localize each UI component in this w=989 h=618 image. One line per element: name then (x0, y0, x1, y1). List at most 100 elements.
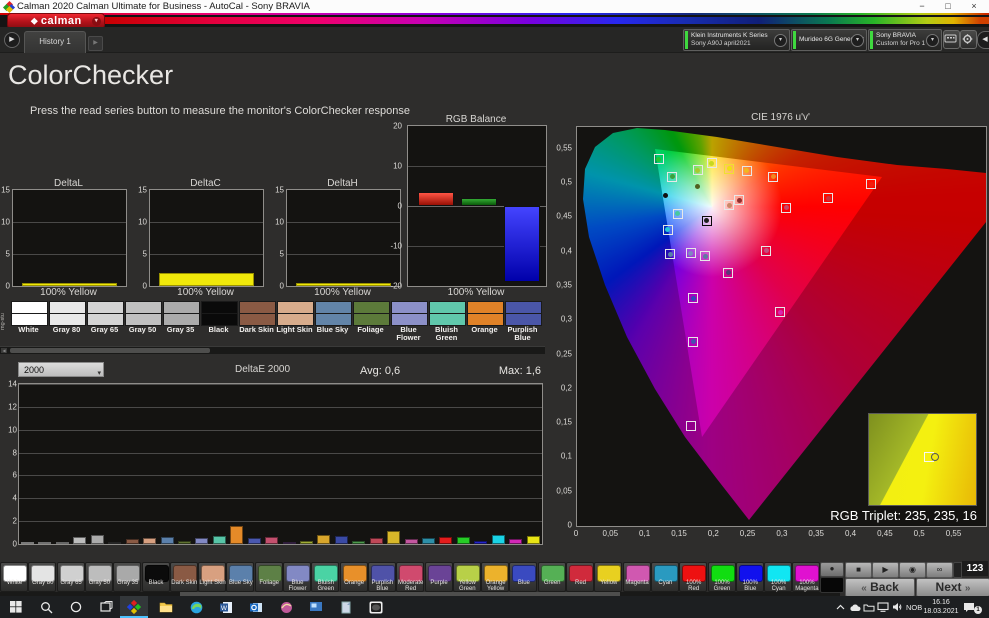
palette-tile[interactable]: Gray 80 (28, 562, 56, 592)
file-explorer-button[interactable] (152, 596, 180, 618)
strip-scroll-left-icon[interactable]: ◀ (1, 348, 7, 353)
palette-tile[interactable]: Black (142, 562, 170, 592)
deltae-bar (108, 542, 121, 544)
measured-dot (668, 252, 673, 257)
language-indicator[interactable]: NOB (906, 596, 922, 618)
display-dropdown-icon[interactable]: ▾ (926, 34, 939, 47)
outlook-button[interactable] (242, 596, 270, 618)
onedrive-cloud-icon[interactable] (849, 596, 861, 618)
swatch-cell[interactable]: Foliage (352, 300, 389, 346)
palette-tile[interactable]: 100% Red (679, 562, 707, 592)
palette-tile[interactable]: Blue Sky (226, 562, 254, 592)
notes-app-button[interactable] (332, 596, 360, 618)
meter-selector[interactable]: Klein Instruments K Series Sony A90J apr… (683, 29, 790, 51)
paint3d-button[interactable] (272, 596, 300, 618)
palette-tile[interactable]: White (0, 562, 28, 592)
swatch-cell[interactable]: Purplish Blue (504, 300, 541, 346)
deltae-bar (283, 542, 296, 544)
swatch-cell[interactable]: Gray 35 (162, 300, 199, 346)
cloud-folder-icon[interactable] (863, 596, 875, 618)
palette-tile[interactable]: 100% Green (708, 562, 736, 592)
session-menu-button[interactable]: ▶ (4, 32, 20, 48)
palette-tile[interactable]: 100% Magenta (792, 562, 820, 592)
logo-dropdown-icon[interactable]: ▾ (92, 17, 101, 26)
start-button[interactable] (2, 596, 30, 618)
back-button[interactable]: « Back (845, 578, 915, 597)
notification-center-button[interactable] (963, 596, 975, 618)
palette-tile[interactable]: Gray 35 (113, 562, 141, 592)
palette-tile[interactable]: Orange (340, 562, 368, 592)
palette-tile[interactable]: Red (566, 562, 594, 592)
meter-dropdown-icon[interactable]: ▾ (774, 34, 787, 47)
edge-button[interactable] (182, 596, 210, 618)
palette-tile[interactable]: Magenta (623, 562, 651, 592)
taskbar-search-button[interactable] (32, 596, 60, 618)
palette-tile[interactable]: Green (538, 562, 566, 592)
palette-tile[interactable]: Yellow Green (453, 562, 481, 592)
palette-tile[interactable]: Purple (425, 562, 453, 592)
keypad-button[interactable] (943, 30, 960, 49)
strip-scrollbar[interactable]: ◀ (0, 346, 545, 354)
palette-tile[interactable]: Yellow (594, 562, 622, 592)
palette-tile[interactable]: Moderate Red (396, 562, 424, 592)
gridline (287, 254, 400, 255)
close-button[interactable]: × (961, 0, 987, 13)
palette-tile[interactable]: Gray 50 (85, 562, 113, 592)
swatch-cell[interactable]: White (10, 300, 47, 346)
loop-button[interactable]: ∞ (926, 562, 953, 578)
palette-tile[interactable]: 100% Blue (736, 562, 764, 592)
x-tick-label: 0,15 (671, 529, 687, 538)
task-view-button[interactable] (92, 596, 120, 618)
deltae-formula-select[interactable]: 2000 ▾ (18, 362, 104, 377)
source-dropdown-icon[interactable]: ▾ (851, 34, 864, 47)
palette-tile[interactable]: Blue Flower (283, 562, 311, 592)
source-selector[interactable]: Murideo 6G Generator ▾ (791, 29, 867, 51)
tab-scroll-button[interactable]: ▶ (88, 36, 103, 51)
network-display-icon[interactable] (877, 596, 889, 618)
tab-history-1[interactable]: History 1 (24, 31, 86, 53)
maximize-button[interactable]: □ (935, 0, 961, 13)
palette-tile[interactable]: Cyan (651, 562, 679, 592)
palette-tile[interactable]: Dark Skin (170, 562, 198, 592)
swatch-cell[interactable]: Gray 80 (48, 300, 85, 346)
palette-tile[interactable]: Blue (509, 562, 537, 592)
swatch-cell[interactable]: Gray 65 (86, 300, 123, 346)
cortana-button[interactable] (62, 596, 90, 618)
screen-app-button[interactable] (302, 596, 330, 618)
palette-tile[interactable]: Gray 65 (57, 562, 85, 592)
palette-tile[interactable]: 100% Cyan (764, 562, 792, 592)
swatch-cell[interactable]: Blue Flower (390, 300, 427, 346)
read-series-button[interactable]: ▶ (872, 562, 899, 578)
palette-tile[interactable]: Purplish Blue (368, 562, 396, 592)
strip-scroll-thumb[interactable] (10, 348, 210, 353)
swatch-cell[interactable]: Black (200, 300, 237, 346)
swatch-cell[interactable]: Gray 50 (124, 300, 161, 346)
tray-clock[interactable]: 16.16 18.03.2021 (922, 598, 960, 616)
divider-button[interactable] (953, 562, 962, 578)
read-continuous-button[interactable]: ◉ (899, 562, 926, 578)
swatch-cell[interactable]: Dark Skin (238, 300, 275, 346)
media-app-button[interactable] (362, 596, 390, 618)
minimize-button[interactable]: − (909, 0, 935, 13)
tray-chevron-icon[interactable] (836, 596, 845, 618)
stop-button[interactable]: ■ (845, 562, 872, 578)
taskbar-calman-button[interactable] (120, 596, 148, 618)
palette-tile[interactable]: Light Skin (198, 562, 226, 592)
swatch-cell[interactable]: Light Skin (276, 300, 313, 346)
swatch-cell[interactable]: Bluish Green (428, 300, 465, 346)
swatch-cell[interactable]: Orange (466, 300, 503, 346)
panel-collapse-button[interactable]: ◀ (977, 31, 989, 49)
pattern-window-button[interactable]: ● (820, 562, 844, 577)
palette-label: Purplish Blue (369, 581, 396, 592)
swatch-cell[interactable]: Blue Sky (314, 300, 351, 346)
settings-button[interactable] (960, 30, 977, 49)
palette-tile[interactable]: Orange Yellow (481, 562, 509, 592)
next-button[interactable]: Next » (916, 578, 989, 597)
y-tick-label: -10 (386, 242, 402, 251)
word-button[interactable]: W (212, 596, 240, 618)
palette-tile[interactable]: Bluish Green (311, 562, 339, 592)
deltae-chart: 14121086420 (18, 383, 543, 545)
display-selector[interactable]: Sony BRAVIA Custom for Pro 1 ▾ (868, 29, 942, 51)
speaker-icon[interactable] (892, 596, 904, 618)
palette-tile[interactable]: Foliage (255, 562, 283, 592)
